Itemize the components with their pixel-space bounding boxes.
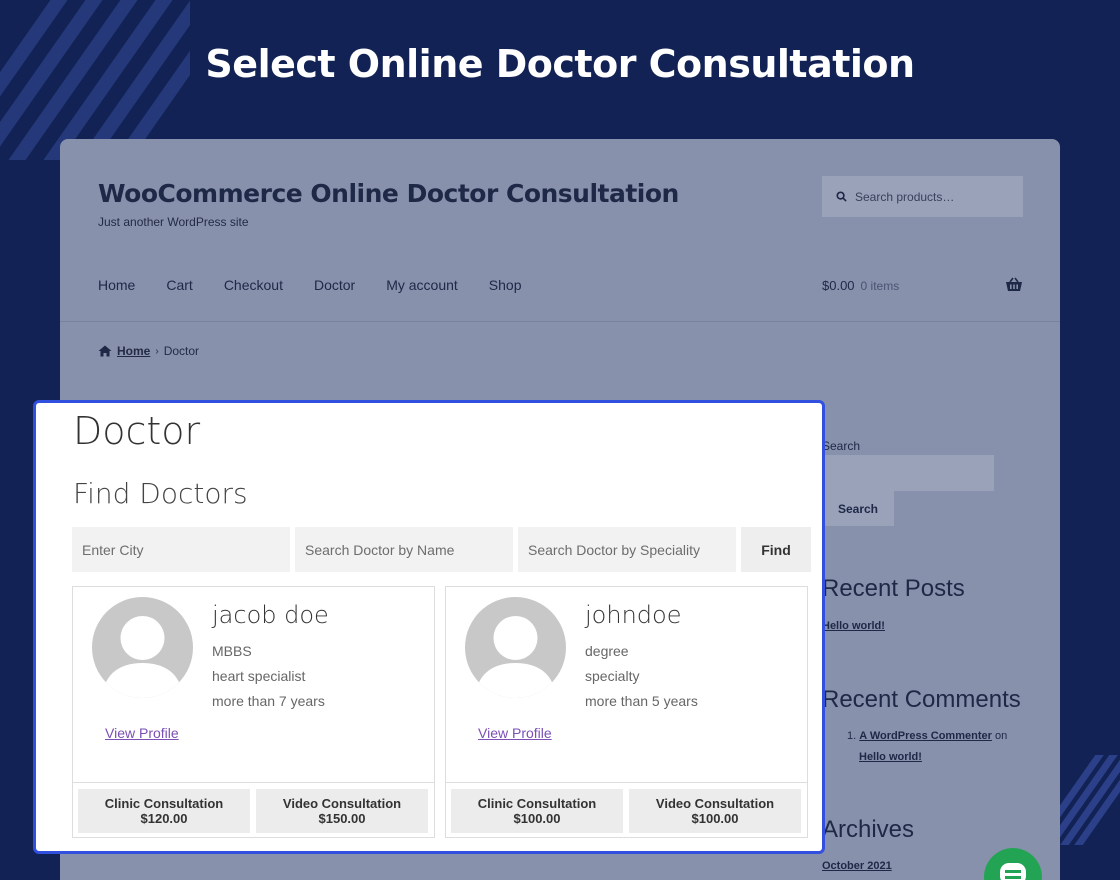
- sidebar-search-button[interactable]: Search: [822, 491, 894, 526]
- clinic-consultation-button[interactable]: Clinic Consultation $120.00: [78, 789, 250, 833]
- nav-cart[interactable]: Cart: [166, 277, 192, 293]
- site-title[interactable]: WooCommerce Online Doctor Consultation: [98, 179, 679, 208]
- cart-amount: $0.00: [822, 278, 855, 293]
- find-doctors-title: Find Doctors: [73, 477, 248, 510]
- page-headline: Select Online Doctor Consultation: [205, 42, 915, 86]
- nav-shop[interactable]: Shop: [489, 277, 522, 293]
- comment-post-link[interactable]: Hello world!: [859, 751, 922, 763]
- video-consultation-label: Video Consultation: [655, 796, 775, 811]
- video-consultation-price: $150.00: [318, 811, 366, 826]
- decorative-stripes-bottom-right: [1060, 755, 1120, 845]
- breadcrumb-home[interactable]: Home: [117, 344, 150, 358]
- chat-icon: [1000, 863, 1026, 880]
- user-silhouette-icon: [475, 616, 556, 698]
- doctor-panel-highlight: Doctor Find Doctors Find jacob doe MBBS …: [33, 400, 825, 854]
- breadcrumb-current: Doctor: [163, 344, 200, 358]
- video-consultation-button[interactable]: Video Consultation $100.00: [629, 789, 801, 833]
- city-input[interactable]: [72, 527, 290, 572]
- doctor-avatar: [92, 597, 193, 698]
- comment-author-link[interactable]: A WordPress Commenter: [859, 730, 992, 742]
- video-consultation-button[interactable]: Video Consultation $150.00: [256, 789, 428, 833]
- comment-number: 1.: [847, 730, 857, 742]
- view-profile-link[interactable]: View Profile: [478, 725, 552, 741]
- header-divider: [60, 321, 1060, 322]
- card-divider: [446, 782, 807, 783]
- doctor-experience: more than 5 years: [585, 693, 698, 709]
- find-button[interactable]: Find: [741, 527, 811, 572]
- recent-comments-title: Recent Comments: [822, 686, 1021, 713]
- video-consultation-label: Video Consultation: [282, 796, 402, 811]
- doctor-name: johndoe: [585, 601, 682, 629]
- sidebar-search-label: Search: [822, 439, 861, 453]
- clinic-consultation-price: $120.00: [140, 811, 188, 826]
- recent-posts-title: Recent Posts: [822, 575, 965, 602]
- main-nav: Home Cart Checkout Doctor My account Sho…: [98, 277, 553, 293]
- breadcrumb-separator-icon: ›: [155, 345, 159, 357]
- clinic-consultation-price: $100.00: [513, 811, 561, 826]
- product-search-placeholder: Search products…: [855, 189, 955, 204]
- comment-on-text: on: [994, 730, 1008, 742]
- archive-link[interactable]: October 2021: [822, 860, 892, 872]
- basket-icon[interactable]: [1005, 277, 1023, 293]
- nav-my-account[interactable]: My account: [386, 277, 458, 293]
- recent-post-link[interactable]: Hello world!: [822, 620, 885, 632]
- doctor-experience: more than 7 years: [212, 693, 325, 709]
- doctor-specialty: heart specialist: [212, 668, 306, 684]
- video-consultation-price: $100.00: [691, 811, 739, 826]
- home-icon: [98, 345, 112, 357]
- nav-home[interactable]: Home: [98, 277, 135, 293]
- cart-summary[interactable]: $0.00 0 items: [822, 278, 899, 293]
- nav-doctor[interactable]: Doctor: [314, 277, 355, 293]
- user-silhouette-icon: [102, 616, 183, 698]
- doctor-degree: MBBS: [212, 643, 252, 659]
- recent-comment-item: 1. A WordPress Commenter on: [847, 730, 1007, 742]
- doctor-card: jacob doe MBBS heart specialist more tha…: [72, 586, 435, 838]
- doctor-specialty: specialty: [585, 668, 640, 684]
- clinic-consultation-button[interactable]: Clinic Consultation $100.00: [451, 789, 623, 833]
- doctor-degree: degree: [585, 643, 629, 659]
- site-tagline: Just another WordPress site: [98, 215, 249, 229]
- search-icon: [836, 191, 847, 202]
- nav-checkout[interactable]: Checkout: [224, 277, 283, 293]
- doctor-avatar: [465, 597, 566, 698]
- clinic-consultation-label: Clinic Consultation: [104, 796, 224, 811]
- doctor-search-form: Find: [72, 527, 811, 572]
- product-search-input[interactable]: Search products…: [822, 176, 1023, 217]
- archives-title: Archives: [822, 816, 915, 843]
- doctor-name-input[interactable]: [295, 527, 513, 572]
- view-profile-link[interactable]: View Profile: [105, 725, 179, 741]
- doctor-card: johndoe degree specialty more than 5 yea…: [445, 586, 808, 838]
- sidebar-search-input[interactable]: [822, 455, 994, 491]
- breadcrumb: Home › Doctor: [98, 344, 199, 358]
- chat-bubble-button[interactable]: [984, 848, 1042, 880]
- card-divider: [73, 782, 434, 783]
- doctor-page-title: Doctor: [73, 409, 201, 453]
- doctor-name: jacob doe: [212, 601, 329, 629]
- clinic-consultation-label: Clinic Consultation: [477, 796, 597, 811]
- doctor-speciality-input[interactable]: [518, 527, 736, 572]
- cart-items-count: 0 items: [860, 279, 900, 293]
